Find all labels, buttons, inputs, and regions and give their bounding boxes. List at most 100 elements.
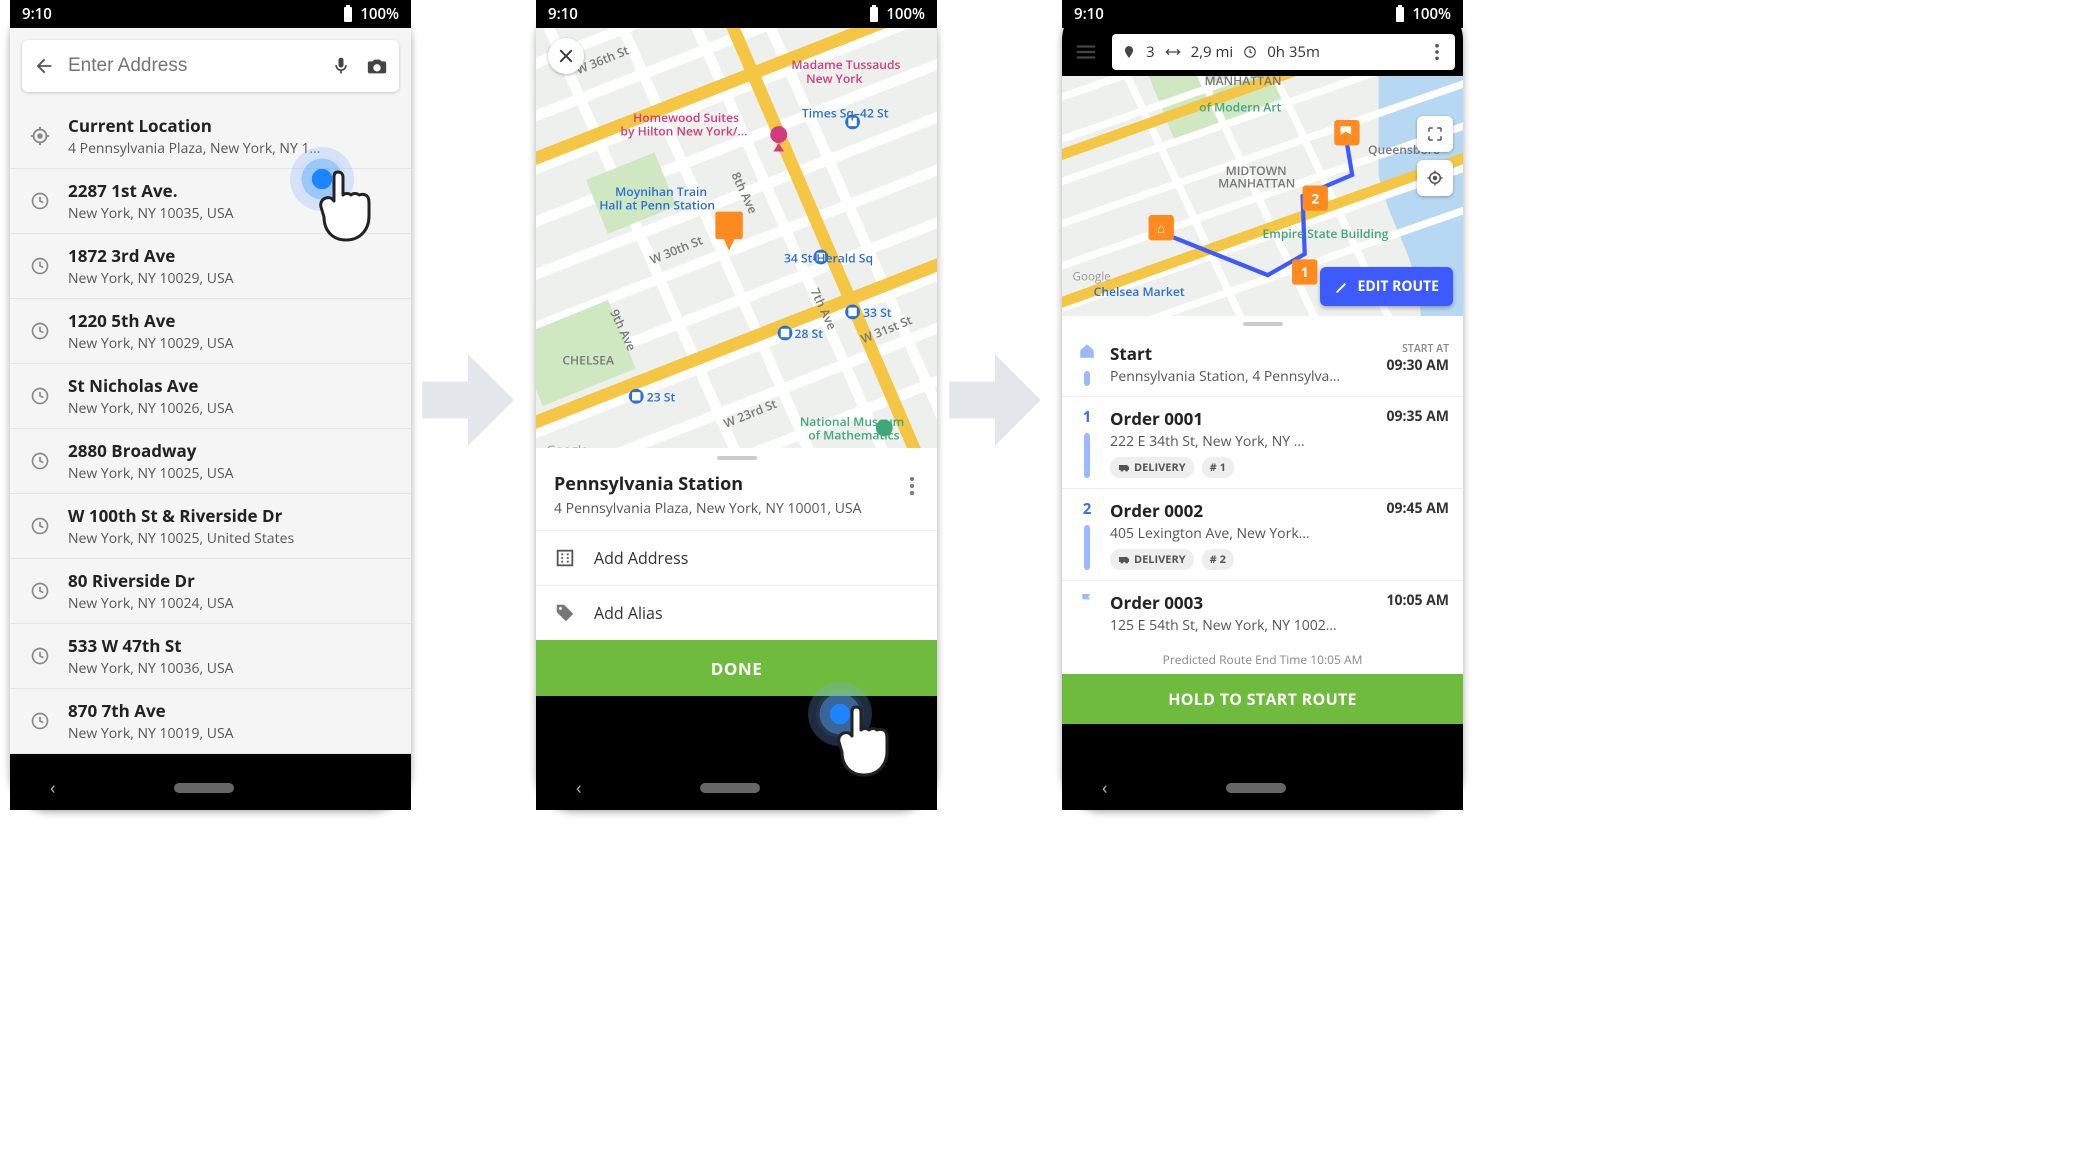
stop-address: 222 E 34th St, New York, NY … xyxy=(1110,432,1374,451)
map-poi-label: 34 St-Herald Sq xyxy=(784,249,873,266)
mic-icon[interactable] xyxy=(329,54,353,78)
address-search-bar[interactable] xyxy=(22,40,399,92)
address-history-row[interactable]: 1220 5th AveNew York, NY 10029, USA xyxy=(10,299,411,364)
map-poi-label: Chelsea Market xyxy=(1094,283,1185,300)
stop-row[interactable]: Order 0003 125 E 54th St, New York, NY 1… xyxy=(1062,581,1463,645)
map-area-label: CHELSEA xyxy=(562,352,615,369)
map-poi-label: of Mathematics xyxy=(808,427,899,444)
address-history-row[interactable]: 2287 1st Ave. New York, NY 10035, USA xyxy=(10,169,411,234)
nav-home-pill[interactable] xyxy=(174,783,234,793)
menu-button[interactable] xyxy=(1070,36,1102,68)
android-navbar: ‹ xyxy=(1062,766,1463,810)
back-arrow-icon[interactable] xyxy=(32,54,56,78)
status-battery: 100% xyxy=(886,4,925,24)
row-current-location[interactable]: Current Location4 Pennsylvania Plaza, Ne… xyxy=(10,104,411,169)
phone-map-confirm: 9:10 100% xyxy=(536,0,937,810)
row-sub: New York, NY 10025, USA xyxy=(68,464,393,483)
fullscreen-button[interactable] xyxy=(1417,116,1453,152)
step-arrow xyxy=(940,330,1050,470)
map-attribution: Google xyxy=(547,440,589,448)
address-search-input[interactable] xyxy=(68,55,317,77)
row-title: 1872 3rd Ave xyxy=(68,244,393,267)
building-icon xyxy=(554,547,576,569)
route-toolbar: 3 2,9 mi 0h 35m xyxy=(1062,28,1463,76)
stop-title: Start xyxy=(1110,342,1374,365)
summary-distance: 2,9 mi xyxy=(1191,42,1234,62)
start-route-label: HOLD TO START ROUTE xyxy=(1168,688,1357,710)
phone-route-overview: 9:10 100% 3 2,9 mi 0h 35m xyxy=(1062,0,1463,810)
add-address-button[interactable]: Add Address xyxy=(536,530,937,585)
map-poi-label: of Modern Art xyxy=(1199,99,1281,116)
place-title: Pennsylvania Station xyxy=(554,472,905,496)
home-icon xyxy=(1078,342,1096,365)
row-title: 80 Riverside Dr xyxy=(68,569,393,592)
status-bar: 9:10 100% xyxy=(536,0,937,28)
row-sub: New York, NY 10036, USA xyxy=(68,659,393,678)
row-title: St Nicholas Ave xyxy=(68,374,393,397)
map-view[interactable]: Madame Tussauds New York Homewood Suites… xyxy=(536,28,937,448)
battery-icon xyxy=(1394,5,1406,23)
row-title: 2287 1st Ave. xyxy=(68,179,393,202)
address-history-row[interactable]: 80 Riverside DrNew York, NY 10024, USA xyxy=(10,559,411,624)
history-icon xyxy=(28,384,52,408)
map-attribution: Google xyxy=(1073,269,1111,284)
stop-row[interactable]: 2 Order 0002 405 Lexington Ave, New York… xyxy=(1062,489,1463,581)
address-history-row[interactable]: 1872 3rd AveNew York, NY 10029, USA xyxy=(10,234,411,299)
status-battery: 100% xyxy=(1412,4,1451,24)
history-icon xyxy=(28,449,52,473)
map-poi-label: 28 St xyxy=(795,325,824,342)
add-alias-button[interactable]: Add Alias xyxy=(536,585,937,640)
stop-time: 09:35 AM xyxy=(1386,407,1449,426)
status-bar: 9:10 100% xyxy=(10,0,411,28)
stop-seq: 2 xyxy=(1083,499,1092,519)
start-route-button[interactable]: HOLD TO START ROUTE xyxy=(1062,674,1463,724)
history-icon xyxy=(28,319,52,343)
history-icon xyxy=(28,709,52,733)
row-sub: New York, NY 10025, United States xyxy=(68,529,393,548)
edit-route-button[interactable]: EDIT ROUTE xyxy=(1320,267,1454,306)
stop-title: Order 0003 xyxy=(1110,591,1374,614)
nav-home-pill[interactable] xyxy=(700,783,760,793)
sheet-handle[interactable] xyxy=(1243,322,1283,326)
address-history-row[interactable]: St Nicholas AveNew York, NY 10026, USA xyxy=(10,364,411,429)
step-arrow xyxy=(413,330,523,470)
order-number-badge: # 1 xyxy=(1202,457,1234,478)
address-history-row[interactable]: W 100th St & Riverside DrNew York, NY 10… xyxy=(10,494,411,559)
pencil-icon xyxy=(1334,279,1350,295)
stop-start[interactable]: Start Pennsylvania Station, 4 Pennsylva…… xyxy=(1062,332,1463,397)
stop-time: 09:45 AM xyxy=(1386,499,1449,518)
route-summary-card[interactable]: 3 2,9 mi 0h 35m xyxy=(1112,34,1455,70)
map-area-label: MANHATTAN xyxy=(1204,76,1281,89)
camera-icon[interactable] xyxy=(365,54,389,78)
locate-icon xyxy=(1426,169,1444,187)
address-history-row[interactable]: 533 W 47th StNew York, NY 10036, USA xyxy=(10,624,411,689)
sheet-handle[interactable] xyxy=(717,456,757,460)
status-time: 9:10 xyxy=(1074,4,1104,24)
place-address: 4 Pennsylvania Plaza, New York, NY 10001… xyxy=(554,499,905,518)
close-button[interactable] xyxy=(548,38,584,74)
address-history-row[interactable]: 2880 BroadwayNew York, NY 10025, USA xyxy=(10,429,411,494)
done-button[interactable]: DONE xyxy=(536,640,937,696)
stop-seq: 1 xyxy=(1083,407,1092,427)
phone-address-search: 9:10 100% xyxy=(10,0,411,810)
nav-back-icon[interactable]: ‹ xyxy=(576,776,581,800)
summary-time: 0h 35m xyxy=(1267,42,1320,62)
row-title: 870 7th Ave xyxy=(68,699,393,722)
nav-back-icon[interactable]: ‹ xyxy=(1102,776,1107,800)
address-history-row[interactable]: 870 7th AveNew York, NY 10019, USA xyxy=(10,689,411,754)
kebab-icon xyxy=(909,476,915,496)
locate-button[interactable] xyxy=(1417,160,1453,196)
delivery-badge: DELIVERY xyxy=(1110,549,1194,570)
history-icon xyxy=(28,644,52,668)
place-menu-button[interactable] xyxy=(905,472,919,505)
row-title: 1220 5th Ave xyxy=(68,309,393,332)
route-map[interactable]: ⌂ 1 2 MANHATTAN MIDTOWN MANHATTAN of Mod… xyxy=(1062,76,1463,316)
nav-back-icon[interactable]: ‹ xyxy=(50,776,55,800)
row-sub: New York, NY 10035, USA xyxy=(68,204,393,223)
stop-row[interactable]: 1 Order 0001 222 E 34th St, New York, NY… xyxy=(1062,397,1463,489)
stop-title: Order 0001 xyxy=(1110,407,1374,430)
svg-text:2: 2 xyxy=(1311,189,1319,208)
row-title: Current Location xyxy=(68,114,393,137)
kebab-icon[interactable] xyxy=(1429,43,1445,61)
nav-home-pill[interactable] xyxy=(1226,783,1286,793)
